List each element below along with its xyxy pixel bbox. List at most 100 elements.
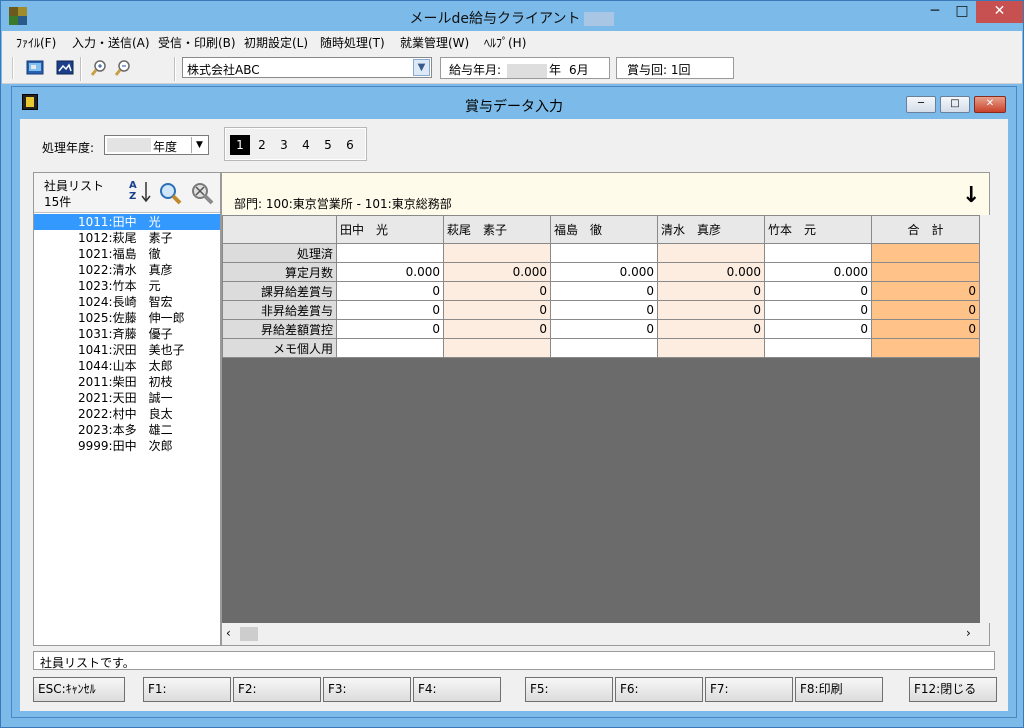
grid-cell[interactable] xyxy=(764,338,872,358)
menu-file[interactable]: ﾌｧｲﾙ(F) xyxy=(16,34,56,51)
menu-occasional[interactable]: 随時処理(T) xyxy=(320,34,385,51)
form-minimize-button[interactable]: ─ xyxy=(906,96,936,113)
column-header[interactable]: 竹本 元 xyxy=(764,215,872,244)
f8-print-button[interactable]: F8:印刷 xyxy=(795,677,883,702)
grid-cell[interactable] xyxy=(657,243,765,263)
grid-cell[interactable]: 0 xyxy=(550,319,658,339)
grid-cell[interactable]: 0 xyxy=(550,300,658,320)
grid-cell[interactable]: 0 xyxy=(336,281,444,301)
f2-button[interactable]: F2: xyxy=(233,677,321,702)
f5-button[interactable]: F5: xyxy=(525,677,613,702)
list-item[interactable]: 1025:佐藤 伸一郎 xyxy=(34,310,220,326)
grid-cell[interactable] xyxy=(550,338,658,358)
grid-cell[interactable] xyxy=(550,243,658,263)
bonus-tab-5[interactable]: 5 xyxy=(318,135,338,155)
list-item[interactable]: 1031:斉藤 優子 xyxy=(34,326,220,342)
f12-close-button[interactable]: F12:閉じる xyxy=(909,677,997,702)
form-close-button[interactable]: ✕ xyxy=(974,96,1006,113)
grid-cell[interactable]: 0 xyxy=(764,319,872,339)
grid-cell[interactable]: 0 xyxy=(764,281,872,301)
list-item[interactable]: 1022:清水 真彦 xyxy=(34,262,220,278)
f7-button[interactable]: F7: xyxy=(705,677,793,702)
list-item[interactable]: 2023:本多 雄二 xyxy=(34,422,220,438)
search-icon[interactable] xyxy=(158,181,182,205)
list-item[interactable]: 1011:田中 光 xyxy=(34,214,220,230)
grid-cell[interactable]: 0.000 xyxy=(336,262,444,282)
zoom-out-icon[interactable] xyxy=(114,59,132,77)
bonus-tab-3[interactable]: 3 xyxy=(274,135,294,155)
grid-cell[interactable]: 0 xyxy=(657,300,765,320)
f1-button[interactable]: F1: xyxy=(143,677,231,702)
grid-cell[interactable] xyxy=(336,243,444,263)
grid-cell[interactable]: 0 xyxy=(550,281,658,301)
grid-cell[interactable] xyxy=(336,338,444,358)
grid-cell[interactable]: 0.000 xyxy=(764,262,872,282)
column-header[interactable]: 清水 真彦 xyxy=(657,215,765,244)
list-item[interactable]: 2022:村中 良太 xyxy=(34,406,220,422)
grid-cell[interactable] xyxy=(443,243,551,263)
grid-cell[interactable] xyxy=(443,338,551,358)
bonus-tab-4[interactable]: 4 xyxy=(296,135,316,155)
grid-cell[interactable]: 0 xyxy=(764,300,872,320)
menu-initial-settings[interactable]: 初期設定(L) xyxy=(244,34,308,51)
maximize-button[interactable]: □ xyxy=(949,1,975,23)
bonus-tab-6[interactable]: 6 xyxy=(340,135,360,155)
scroll-right-icon[interactable]: › xyxy=(966,626,971,640)
horizontal-scrollbar[interactable]: ‹ › xyxy=(222,623,989,645)
chevron-down-icon[interactable]: ▼ xyxy=(191,137,207,153)
column-header[interactable]: 福島 徹 xyxy=(550,215,658,244)
column-header[interactable]: 萩尾 素子 xyxy=(443,215,551,244)
grid-cell[interactable]: 0 xyxy=(443,300,551,320)
bonus-tab-2[interactable]: 2 xyxy=(252,135,272,155)
vertical-scrollbar[interactable] xyxy=(980,215,990,623)
scroll-left-icon[interactable]: ‹ xyxy=(226,626,231,640)
bonus-tab-1[interactable]: 1 xyxy=(230,135,250,155)
menu-attendance[interactable]: 就業管理(W) xyxy=(400,34,469,51)
list-item[interactable]: 2011:柴田 初枝 xyxy=(34,374,220,390)
arrow-down-icon[interactable]: ↓ xyxy=(962,185,980,207)
list-item[interactable]: 1041:沢田 美也子 xyxy=(34,342,220,358)
list-item[interactable]: 2021:天田 誠一 xyxy=(34,390,220,406)
grid-cell[interactable] xyxy=(657,338,765,358)
grid-cell[interactable]: 0 xyxy=(336,319,444,339)
column-header[interactable]: 田中 光 xyxy=(336,215,444,244)
grid-cell[interactable]: 0 xyxy=(657,281,765,301)
table-row: 非昇給差賞与 0 0 0 0 0 0 xyxy=(222,300,980,320)
zoom-in-icon[interactable] xyxy=(90,59,108,77)
grid-cell[interactable]: 0.000 xyxy=(657,262,765,282)
minimize-button[interactable]: ─ xyxy=(921,1,949,23)
grid-cell[interactable] xyxy=(764,243,872,263)
grid-cell[interactable]: 0 xyxy=(443,281,551,301)
close-button[interactable]: ✕ xyxy=(976,1,1023,23)
f6-button[interactable]: F6: xyxy=(615,677,703,702)
grid-cell[interactable]: 0.000 xyxy=(443,262,551,282)
toolbar-grip[interactable] xyxy=(12,57,14,79)
f4-button[interactable]: F4: xyxy=(413,677,501,702)
grid-cell[interactable]: 0 xyxy=(336,300,444,320)
chevron-down-icon[interactable]: ▼ xyxy=(413,59,430,76)
list-item[interactable]: 1021:福島 徹 xyxy=(34,246,220,262)
menu-help[interactable]: ﾍﾙﾌﾟ(H) xyxy=(484,34,526,51)
year-select[interactable]: 年度 ▼ xyxy=(104,135,209,155)
list-item[interactable]: 1024:長崎 智宏 xyxy=(34,294,220,310)
list-item[interactable]: 1023:竹本 元 xyxy=(34,278,220,294)
grid-cell[interactable]: 0.000 xyxy=(550,262,658,282)
clear-search-icon[interactable] xyxy=(190,181,214,205)
title-bar[interactable]: メールde給与クライアント ─ □ ✕ xyxy=(1,1,1023,31)
list-item[interactable]: 1044:山本 太郎 xyxy=(34,358,220,374)
scroll-thumb[interactable] xyxy=(240,627,258,641)
grid-cell[interactable]: 0 xyxy=(443,319,551,339)
list-item[interactable]: 1012:萩尾 素子 xyxy=(34,230,220,246)
menu-input-send[interactable]: 入力・送信(A) xyxy=(72,34,150,51)
sort-az-icon[interactable]: A Z xyxy=(129,180,151,206)
company-select[interactable]: 株式会社ABC ▼ xyxy=(182,57,432,78)
image-icon[interactable] xyxy=(56,59,74,77)
form-maximize-button[interactable]: □ xyxy=(940,96,970,113)
bonus-entry-title-bar[interactable]: 賞与データ入力 ─ □ ✕ xyxy=(12,87,1016,117)
esc-cancel-button[interactable]: ESC:ｷｬﾝｾﾙ xyxy=(33,677,125,702)
f3-button[interactable]: F3: xyxy=(323,677,411,702)
grid-cell[interactable]: 0 xyxy=(657,319,765,339)
list-item[interactable]: 9999:田中 次郎 xyxy=(34,438,220,454)
menu-receive-print[interactable]: 受信・印刷(B) xyxy=(158,34,236,51)
window-icon[interactable] xyxy=(26,59,44,77)
